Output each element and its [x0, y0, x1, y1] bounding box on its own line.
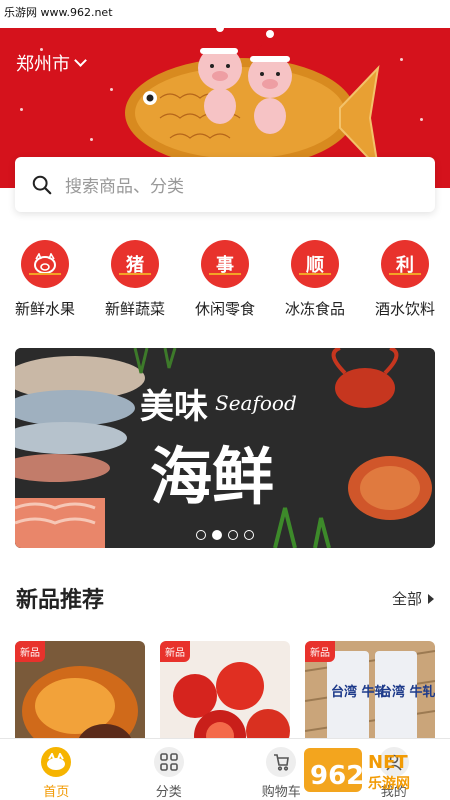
category-label: 冰冻食品: [284, 300, 345, 318]
category-frozen[interactable]: 顺 冰冻食品: [270, 240, 360, 319]
tab-label: 购物车: [261, 785, 301, 800]
pack-label: 台湾 牛轧: [379, 684, 435, 700]
category-label: 酒水饮料: [374, 300, 435, 318]
search-placeholder: 搜索商品、分类: [65, 177, 184, 197]
category-snacks[interactable]: 事 休闲零食: [180, 240, 270, 319]
carousel-dot[interactable]: [228, 530, 238, 540]
search-bar[interactable]: 搜索商品、分类: [15, 157, 435, 212]
banner-title-line1: 美味: [140, 387, 208, 427]
962-logo-watermark: 962 NET 乐游网: [304, 748, 410, 792]
category-row: 新鲜水果 猪 新鲜蔬菜 事 休闲零食 顺 冰冻食品 利 酒水饮料: [0, 240, 450, 319]
category-drinks[interactable]: 利 酒水饮料: [360, 240, 450, 319]
city-label: 郑州市: [16, 54, 70, 75]
search-icon: [32, 175, 52, 194]
category-glyph-icon: 猪: [111, 240, 159, 288]
carousel-dot[interactable]: [196, 530, 206, 540]
category-label: 新鲜蔬菜: [104, 300, 165, 318]
cart-icon: [266, 747, 297, 777]
promo-carousel[interactable]: 美味 Seafood 海鲜: [15, 348, 435, 548]
category-glyph-icon: 顺: [291, 240, 339, 288]
banner-title-line2: 海鲜: [150, 440, 274, 513]
new-badge: 新品: [305, 641, 335, 662]
category-label: 新鲜水果: [14, 300, 75, 318]
view-all-link[interactable]: 全部: [392, 588, 434, 609]
banner-script-text: Seafood: [215, 391, 297, 415]
logo-small-text: NET: [368, 752, 408, 773]
carousel-dot[interactable]: [244, 530, 254, 540]
city-selector[interactable]: 郑州市: [16, 50, 87, 76]
new-badge: 新品: [15, 641, 45, 662]
chevron-down-icon: [74, 54, 87, 67]
carousel-indicator: [15, 530, 435, 540]
tab-home[interactable]: 首页: [11, 747, 101, 800]
view-all-label: 全部: [391, 590, 422, 608]
category-glyph-icon: 利: [381, 240, 429, 288]
category-label: 休闲零食: [194, 300, 255, 318]
tab-category[interactable]: 分类: [124, 747, 214, 800]
grid-icon: [153, 747, 184, 777]
chevron-right-icon: [428, 593, 434, 604]
carousel-dot[interactable]: [212, 530, 222, 540]
pig-icon: [21, 240, 69, 288]
logo-big-text: 962: [310, 761, 364, 791]
tab-label: 分类: [155, 785, 182, 800]
category-fruit[interactable]: 新鲜水果: [0, 240, 90, 319]
watermark-text: 乐游网 www.962.net: [4, 6, 113, 19]
new-badge: 新品: [160, 641, 190, 662]
category-vegetables[interactable]: 猪 新鲜蔬菜: [90, 240, 180, 319]
tab-label: 首页: [43, 785, 70, 800]
section-title: 新品推荐: [16, 588, 105, 613]
logo-sub-text: 乐游网: [368, 775, 410, 792]
home-icon: [41, 747, 72, 777]
category-glyph-icon: 事: [201, 240, 249, 288]
seafood-banner-image: 美味 Seafood 海鲜: [15, 348, 435, 548]
